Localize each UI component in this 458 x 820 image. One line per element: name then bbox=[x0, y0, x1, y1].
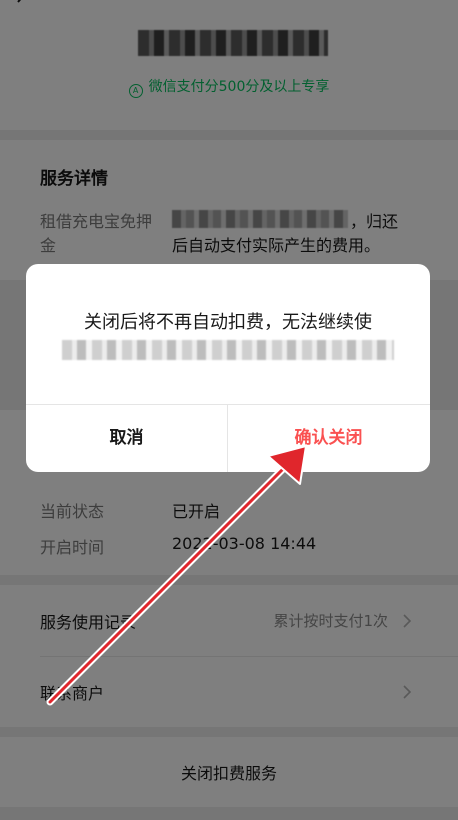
cancel-button[interactable]: 取消 bbox=[26, 405, 227, 472]
service-detail-page: A微信支付分500分及以上专享 服务详情 租借充电宝免押金 ，归还 后自动支付实… bbox=[0, 0, 458, 820]
dialog-message: 关闭后将不再自动扣费，无法继续使 bbox=[84, 312, 372, 333]
confirm-close-button[interactable]: 确认关闭 bbox=[228, 405, 429, 472]
confirm-close-dialog: 关闭后将不再自动扣费，无法继续使 取消 确认关闭 bbox=[26, 264, 430, 472]
dialog-message-redacted bbox=[62, 340, 394, 360]
